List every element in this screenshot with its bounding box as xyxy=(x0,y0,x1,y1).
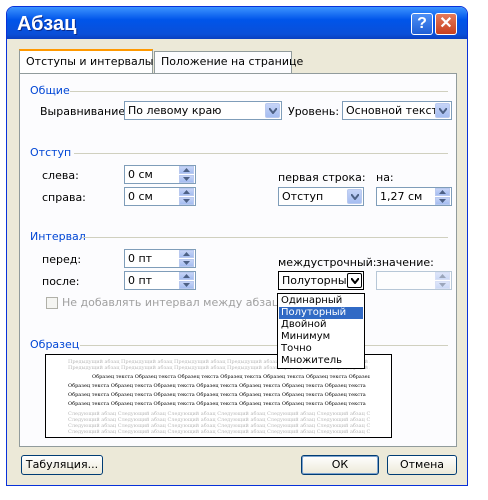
no-space-checkbox[interactable] xyxy=(46,297,58,309)
alignment-select[interactable]: По левому краю xyxy=(124,101,282,120)
after-value: 0 пт xyxy=(128,274,153,287)
first-line-value: Отступ xyxy=(282,190,324,203)
after-label: после: xyxy=(42,275,80,288)
paragraph-dialog: Абзац ? ✕ Отступы и интервалы Положение … xyxy=(6,6,468,486)
spin-up-icon[interactable] xyxy=(179,188,194,196)
spin-up-icon[interactable] xyxy=(179,166,194,174)
spin-up-icon[interactable] xyxy=(435,188,450,196)
divider xyxy=(80,345,448,346)
option-at-least[interactable]: Минимум xyxy=(279,331,363,343)
indent-heading: Отступ xyxy=(30,146,72,159)
spin-down-icon[interactable] xyxy=(179,175,194,183)
indent-right-spinner[interactable]: 0 см xyxy=(124,187,196,206)
spin-up-icon[interactable] xyxy=(435,272,450,280)
tab-indents-spacing[interactable]: Отступы и интервалы xyxy=(19,49,154,73)
preview-sample-text: Образец текста Образец текста Образец те… xyxy=(68,383,366,389)
line-spacing-dropdown-list: Одинарный Полуторный Двойной Минимум Точ… xyxy=(277,293,365,369)
alignment-label: Выравнивание: xyxy=(40,105,129,118)
tabs-button[interactable]: Табуляция... xyxy=(21,455,103,475)
spacing-heading: Интервал xyxy=(30,230,86,243)
cancel-button[interactable]: Отмена xyxy=(387,455,457,475)
divider xyxy=(74,153,448,154)
chevron-down-icon[interactable] xyxy=(347,273,362,288)
close-button[interactable]: ✕ xyxy=(435,13,457,35)
first-line-select[interactable]: Отступ xyxy=(278,187,364,206)
level-value: Основной текст xyxy=(346,104,438,117)
spin-down-icon[interactable] xyxy=(179,259,194,267)
tab-line-page-breaks[interactable]: Положение на странице xyxy=(154,51,303,73)
before-spinner[interactable]: 0 пт xyxy=(124,249,196,268)
alignment-value: По левому краю xyxy=(128,104,222,117)
indent-right-label: справа: xyxy=(42,191,86,204)
preview-sample-text: Образец текста Образец текста Образец те… xyxy=(68,401,366,407)
ok-button[interactable]: ОК xyxy=(301,455,379,475)
indent-left-label: слева: xyxy=(42,169,79,182)
at-label: значение: xyxy=(376,256,434,269)
divider xyxy=(82,237,448,238)
spin-down-icon[interactable] xyxy=(179,281,194,289)
chevron-down-icon[interactable] xyxy=(435,103,450,118)
preview-heading: Образец xyxy=(30,338,80,351)
chevron-down-icon[interactable] xyxy=(347,189,362,204)
general-heading: Общие xyxy=(30,84,70,97)
spin-down-icon[interactable] xyxy=(179,197,194,205)
line-spacing-select[interactable]: Полуторный xyxy=(278,271,364,290)
option-multiple[interactable]: Множитель xyxy=(279,355,363,367)
level-select[interactable]: Основной текст xyxy=(342,101,452,120)
chevron-down-icon[interactable] xyxy=(265,103,280,118)
first-line-label: первая строка: xyxy=(278,171,366,184)
level-label: Уровень: xyxy=(288,105,340,118)
at-spinner[interactable] xyxy=(376,271,452,290)
by-value: 1,27 см xyxy=(380,190,423,203)
line-spacing-label: междустрочный: xyxy=(278,256,377,269)
spin-up-icon[interactable] xyxy=(179,272,194,280)
option-single[interactable]: Одинарный xyxy=(279,295,363,307)
window-title: Абзац xyxy=(17,13,77,35)
spin-down-icon[interactable] xyxy=(435,197,450,205)
preview-sample-text: Образец текста Образец текста Образец те… xyxy=(92,374,370,380)
indent-left-value: 0 см xyxy=(128,168,153,181)
preview-sample-text: Образец текста Образец текста Образец те… xyxy=(68,392,366,398)
before-value: 0 пт xyxy=(128,252,153,265)
indent-right-value: 0 см xyxy=(128,190,153,203)
no-space-label: Не добавлять интервал между абзацами xyxy=(62,296,302,309)
option-one-and-half[interactable]: Полуторный xyxy=(279,307,363,319)
option-double[interactable]: Двойной xyxy=(279,319,363,331)
title-bar[interactable]: Абзац ? ✕ xyxy=(7,7,467,39)
after-spinner[interactable]: 0 пт xyxy=(124,271,196,290)
option-exactly[interactable]: Точно xyxy=(279,343,363,355)
spin-up-icon[interactable] xyxy=(179,250,194,258)
line-spacing-value: Полуторный xyxy=(282,274,354,287)
help-button[interactable]: ? xyxy=(411,13,433,35)
divider xyxy=(70,91,448,92)
before-label: перед: xyxy=(42,253,82,266)
by-spinner[interactable]: 1,27 см xyxy=(376,187,452,206)
by-label: на: xyxy=(376,171,394,184)
preview-next-text: Следующий абзац Следующий абзац Следующи… xyxy=(68,429,370,435)
spin-down-icon[interactable] xyxy=(435,281,450,289)
indent-left-spinner[interactable]: 0 см xyxy=(124,165,196,184)
